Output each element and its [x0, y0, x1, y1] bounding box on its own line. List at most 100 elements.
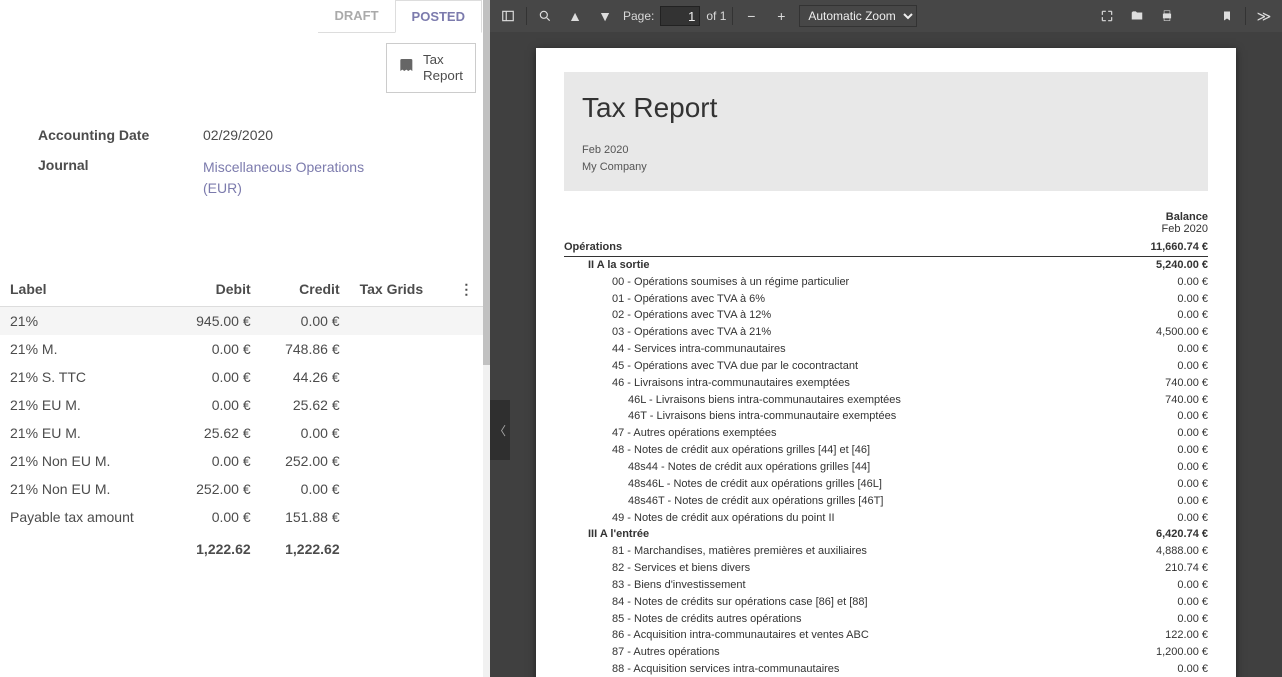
search-icon[interactable] — [533, 4, 557, 28]
cell-credit: 25.62 € — [261, 391, 350, 419]
page-of: of 1 — [706, 9, 726, 23]
zoom-select[interactable]: Automatic Zoom — [799, 5, 917, 27]
pdf-viewer: ▲ ▼ Page: of 1 − + Automatic Zoom ≫ 〈 T — [490, 0, 1282, 677]
cell-credit: 151.88 € — [261, 503, 350, 531]
cell-debit: 0.00 € — [172, 447, 261, 475]
total-debit: 1,222.62 — [172, 531, 261, 563]
cell-debit: 0.00 € — [172, 391, 261, 419]
cell-label: 21% Non EU M. — [0, 475, 172, 503]
zoom-out-icon[interactable]: − — [739, 4, 763, 28]
presentation-icon[interactable] — [1095, 4, 1119, 28]
report-line: 46 - Livraisons intra-communautaires exe… — [564, 375, 1208, 392]
report-line: 48s46T - Notes de crédit aux opérations … — [564, 493, 1208, 510]
open-file-icon[interactable] — [1125, 4, 1149, 28]
report-lines: Opérations11,660.74 €II A la sortie5,240… — [564, 239, 1208, 677]
report-line: 02 - Opérations avec TVA à 12%0.00 € — [564, 307, 1208, 324]
col-credit[interactable]: Credit — [261, 273, 350, 307]
cell-credit: 0.00 € — [261, 306, 350, 335]
cell-credit: 44.26 € — [261, 363, 350, 391]
balance-header: Balance — [564, 211, 1208, 223]
page-label: Page: — [623, 9, 654, 23]
report-line: 48s46L - Notes de crédit aux opérations … — [564, 476, 1208, 493]
col-label[interactable]: Label — [0, 273, 172, 307]
form-panel: DRAFT POSTED Tax Report Accounting Date … — [0, 0, 490, 677]
report-line: 83 - Biens d'investissement0.00 € — [564, 577, 1208, 594]
table-row[interactable]: 21% 945.00 € 0.00 € — [0, 306, 490, 335]
table-row[interactable]: 21% Non EU M. 252.00 € 0.00 € — [0, 475, 490, 503]
cell-label: 21% Non EU M. — [0, 447, 172, 475]
bookmark-icon[interactable] — [1215, 4, 1239, 28]
cell-credit: 748.86 € — [261, 335, 350, 363]
cell-label: Payable tax amount — [0, 503, 172, 531]
journal-value[interactable]: Miscellaneous Operations (EUR) — [203, 157, 403, 199]
report-line: 48s44 - Notes de crédit aux opérations g… — [564, 459, 1208, 476]
report-line: II A la sortie5,240.00 € — [564, 257, 1208, 274]
zoom-in-icon[interactable]: + — [769, 4, 793, 28]
report-line: 86 - Acquisition intra-communautaires et… — [564, 627, 1208, 644]
report-line: Opérations11,660.74 € — [564, 239, 1208, 257]
report-line: 00 - Opérations soumises à un régime par… — [564, 274, 1208, 291]
report-title: Tax Report — [582, 92, 1190, 124]
report-line: 85 - Notes de crédits autres opérations0… — [564, 611, 1208, 628]
status-posted[interactable]: POSTED — [395, 0, 482, 33]
cell-label: 21% S. TTC — [0, 363, 172, 391]
cell-debit: 0.00 € — [172, 335, 261, 363]
report-line: 49 - Notes de crédit aux opérations du p… — [564, 510, 1208, 527]
col-tax-grids[interactable]: Tax Grids — [350, 273, 450, 307]
cell-label: 21% EU M. — [0, 419, 172, 447]
table-row[interactable]: 21% M. 0.00 € 748.86 € — [0, 335, 490, 363]
report-line: 81 - Marchandises, matières premières et… — [564, 543, 1208, 560]
cell-debit: 0.00 € — [172, 363, 261, 391]
report-line: 87 - Autres opérations1,200.00 € — [564, 644, 1208, 661]
tools-icon[interactable]: ≫ — [1252, 4, 1276, 28]
report-line: 82 - Services et biens divers210.74 € — [564, 560, 1208, 577]
table-row[interactable]: 21% S. TTC 0.00 € 44.26 € — [0, 363, 490, 391]
tax-report-button[interactable]: Tax Report — [386, 43, 476, 93]
journal-label: Journal — [38, 157, 203, 199]
cell-debit: 25.62 € — [172, 419, 261, 447]
report-line: 44 - Services intra-communautaires0.00 € — [564, 341, 1208, 358]
cell-debit: 0.00 € — [172, 503, 261, 531]
cell-credit: 0.00 € — [261, 475, 350, 503]
report-line: 48 - Notes de crédit aux opérations gril… — [564, 442, 1208, 459]
total-credit: 1,222.62 — [261, 531, 350, 563]
report-line: III A l'entrée6,420.74 € — [564, 526, 1208, 543]
print-icon[interactable] — [1155, 4, 1179, 28]
status-bar: DRAFT POSTED — [0, 0, 490, 33]
report-period: Feb 2020 — [582, 142, 1190, 159]
table-row[interactable]: 21% Non EU M. 0.00 € 252.00 € — [0, 447, 490, 475]
cell-label: 21% M. — [0, 335, 172, 363]
report-line: 46T - Livraisons biens intra-communautai… — [564, 408, 1208, 425]
download-icon[interactable] — [1185, 4, 1209, 28]
report-line: 47 - Autres opérations exemptées0.00 € — [564, 425, 1208, 442]
cell-credit: 0.00 € — [261, 419, 350, 447]
sidebar-toggle-icon[interactable] — [496, 4, 520, 28]
report-line: 88 - Acquisition services intra-communau… — [564, 661, 1208, 677]
pdf-toolbar: ▲ ▼ Page: of 1 − + Automatic Zoom ≫ — [490, 0, 1282, 32]
accounting-date-value: 02/29/2020 — [203, 127, 273, 143]
pdf-page: Tax Report Feb 2020 My Company Balance F… — [536, 48, 1236, 677]
status-draft[interactable]: DRAFT — [318, 0, 394, 33]
report-line: 01 - Opérations avec TVA à 6%0.00 € — [564, 291, 1208, 308]
balance-sub: Feb 2020 — [564, 223, 1208, 235]
page-down-icon[interactable]: ▼ — [593, 4, 617, 28]
report-line: 45 - Opérations avec TVA due par le coco… — [564, 358, 1208, 375]
table-row[interactable]: 21% EU M. 0.00 € 25.62 € — [0, 391, 490, 419]
cell-label: 21% EU M. — [0, 391, 172, 419]
accounting-date-label: Accounting Date — [38, 127, 203, 143]
table-row[interactable]: 21% EU M. 25.62 € 0.00 € — [0, 419, 490, 447]
col-debit[interactable]: Debit — [172, 273, 261, 307]
book-icon — [399, 57, 415, 78]
report-line: 03 - Opérations avec TVA à 21%4,500.00 € — [564, 324, 1208, 341]
page-input[interactable] — [660, 6, 700, 26]
report-line: 46L - Livraisons biens intra-communautai… — [564, 392, 1208, 409]
table-row[interactable]: Payable tax amount 0.00 € 151.88 € — [0, 503, 490, 531]
report-line: 84 - Notes de crédits sur opérations cas… — [564, 594, 1208, 611]
report-company: My Company — [582, 159, 1190, 176]
pdf-scroll-area[interactable]: Tax Report Feb 2020 My Company Balance F… — [490, 32, 1282, 677]
cell-debit: 252.00 € — [172, 475, 261, 503]
cell-label: 21% — [0, 306, 172, 335]
journal-items-table: Label Debit Credit Tax Grids ⋮ 21% 945.0… — [0, 273, 490, 563]
page-up-icon[interactable]: ▲ — [563, 4, 587, 28]
cell-debit: 945.00 € — [172, 306, 261, 335]
